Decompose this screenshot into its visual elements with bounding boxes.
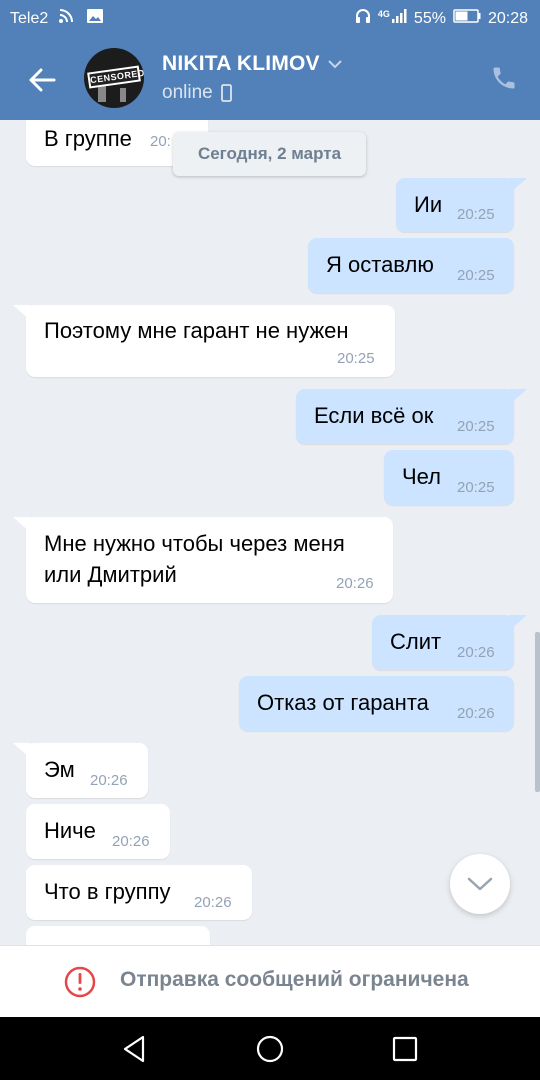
avatar[interactable]: CENSORED	[84, 48, 144, 108]
scrollbar-thumb[interactable]	[535, 632, 540, 792]
message-incoming[interactable]: Что в группу 20:26	[26, 865, 252, 920]
nav-recents-icon	[392, 1036, 418, 1062]
message-incoming[interactable]: Поэтому мне гарант не нужен 20:25	[13, 305, 395, 377]
nav-home-icon	[256, 1035, 284, 1063]
contact-status: online	[162, 82, 213, 103]
message-outgoing[interactable]: Я оставлю 20:25	[308, 238, 514, 293]
nav-home-button[interactable]	[254, 1033, 286, 1065]
date-separator: Сегодня, 2 марта	[173, 132, 366, 176]
message-outgoing[interactable]: Ии 20:25	[396, 178, 527, 232]
back-arrow-icon	[29, 68, 56, 92]
back-button[interactable]	[20, 58, 64, 102]
message-incoming[interactable]: Мне нужно чтобы через меня или Дмитрий 2…	[13, 517, 393, 603]
status-bar: Tele2 4G 55% 20:28	[0, 0, 540, 36]
messaging-restricted-bar: Отправка сообщений ограничена	[0, 945, 540, 1017]
contact-name: NIKITA KLIMOV	[162, 52, 320, 75]
phone-icon	[493, 67, 515, 89]
warning-icon	[64, 966, 96, 998]
headset-icon	[355, 8, 371, 29]
contact-status-row: online	[162, 82, 232, 104]
message-list[interactable]: В группе 20: Сегодня, 2 марта Ии 20:25 Я…	[0, 120, 540, 946]
message-outgoing[interactable]: Отказ от гаранта 20:26	[239, 676, 514, 731]
chevron-down-icon	[328, 60, 342, 69]
network-type-label: 4G	[377, 8, 390, 19]
scroll-to-bottom-button[interactable]	[450, 854, 510, 914]
battery-percent: 55%	[413, 9, 446, 27]
nav-back-icon	[123, 1035, 145, 1063]
message-outgoing[interactable]: Чел 20:25	[384, 450, 514, 505]
wifi-icon	[58, 8, 76, 29]
message-incoming[interactable]: Ниче 20:26	[26, 804, 170, 859]
clock: 20:28	[487, 9, 528, 27]
signal-icon	[391, 8, 407, 29]
contact-name-row[interactable]: NIKITA KLIMOV	[162, 52, 342, 76]
battery-icon	[453, 9, 481, 28]
message-incoming[interactable]	[26, 926, 210, 946]
image-icon	[86, 8, 104, 29]
restriction-text: Отправка сообщений ограничена	[120, 968, 469, 991]
chevron-down-icon	[467, 877, 493, 891]
mobile-device-icon	[220, 84, 232, 102]
avatar-stamp: CENSORED	[87, 65, 144, 89]
carrier-label: Tele2	[10, 9, 49, 27]
message-outgoing[interactable]: Слит 20:26	[372, 615, 527, 670]
chat-header: CENSORED NIKITA KLIMOV online	[0, 36, 540, 120]
system-nav-bar	[0, 1017, 540, 1080]
nav-back-button[interactable]	[118, 1033, 150, 1065]
nav-recents-button[interactable]	[389, 1033, 421, 1065]
message-outgoing[interactable]: Если всё ок 20:25	[296, 389, 527, 444]
message-incoming[interactable]: Эм 20:26	[13, 743, 148, 798]
call-button[interactable]	[486, 60, 522, 96]
